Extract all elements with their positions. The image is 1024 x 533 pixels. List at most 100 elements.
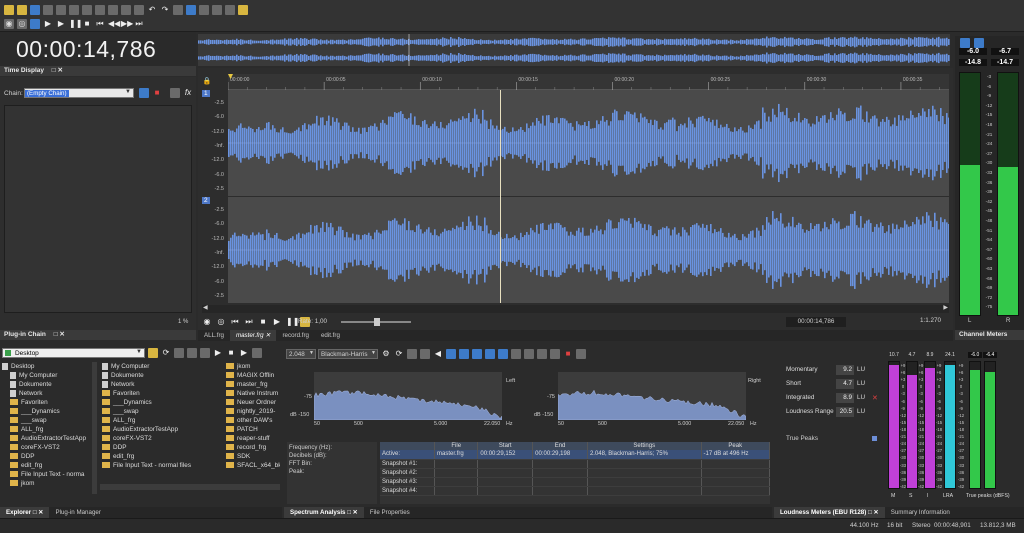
scroll-left-icon[interactable]: ◀ — [203, 304, 208, 311]
file-tab-ALL-frg[interactable]: ALL.frg — [198, 330, 230, 341]
timeline-ruler[interactable]: 00:00:00 00:00:05 00:00:10 00:00:15 00:00:20… — [227, 74, 949, 90]
tree-item[interactable]: ALL_frg — [2, 425, 92, 434]
explorer-location[interactable]: Desktop ▼ — [2, 348, 145, 358]
dw-next-icon[interactable]: ⏭ — [244, 317, 254, 327]
record-icon[interactable]: ◉ — [4, 19, 14, 29]
true-peaks-checkbox[interactable] — [872, 436, 877, 441]
spectrum-icon-d[interactable] — [459, 349, 469, 359]
file-list-item[interactable]: other DAW's — [226, 416, 280, 425]
up-folder-icon[interactable] — [148, 348, 158, 358]
cut-icon[interactable] — [82, 5, 92, 15]
properties-icon[interactable] — [69, 5, 79, 15]
chain-settings-icon[interactable] — [170, 88, 180, 98]
tree-item[interactable]: jkom — [2, 479, 92, 488]
snapshot-row[interactable]: Snapshot #2: — [380, 468, 771, 478]
file-list-item[interactable]: nightly_2019- — [226, 407, 280, 416]
snapshot-row[interactable]: Active: master.frg 00:00:29,152 00:00:29,19… — [380, 450, 771, 460]
spectrum-refresh-icon[interactable]: ⟳ — [394, 349, 404, 359]
play-all-icon[interactable] — [30, 19, 40, 29]
spectrum-settings-icon[interactable]: ⚙ — [381, 349, 391, 359]
save-all-icon[interactable] — [43, 5, 53, 15]
meter-icon-2[interactable] — [974, 38, 984, 48]
go-start-icon[interactable]: ⏮ — [95, 19, 105, 29]
tree-scrollbar[interactable] — [92, 362, 97, 494]
explorer-stop-icon[interactable]: ■ — [226, 348, 236, 358]
file-list-item[interactable]: ___swap — [102, 407, 224, 416]
tree-item[interactable]: Network — [2, 389, 92, 398]
file-list-item[interactable]: record_frg — [226, 443, 280, 452]
tree-item[interactable]: Desktop — [2, 362, 92, 371]
file-list-item[interactable]: edit_frg — [102, 452, 224, 461]
tree-item[interactable]: File Input Text - norma — [2, 470, 92, 479]
channel-2-number[interactable]: 2 — [202, 197, 210, 204]
spectrum-icon-j[interactable] — [537, 349, 547, 359]
trim-icon[interactable] — [134, 5, 144, 15]
go-end-icon[interactable]: ⏭ — [134, 19, 144, 29]
spectrum-plot-right[interactable] — [557, 372, 747, 421]
chain-select[interactable]: (Empty Chain) ▼ — [24, 88, 134, 98]
loop-icon[interactable]: ◎ — [17, 19, 27, 29]
fft-size-select[interactable]: 2.048 ▼ — [286, 349, 316, 359]
file-tab-edit-frg[interactable]: edit.frg — [315, 330, 346, 341]
save-icon[interactable] — [30, 5, 40, 15]
dw-play-icon[interactable]: ▶ — [272, 317, 282, 327]
channel-2-waveform[interactable] — [228, 197, 950, 303]
snapshot-column-header[interactable]: Start — [477, 442, 534, 450]
play-selection-icon[interactable]: ▶ — [56, 19, 66, 29]
file-list-item[interactable]: ___Dynamics — [102, 398, 224, 407]
dw-stop-icon[interactable]: ■ — [258, 317, 268, 327]
explorer-play-icon[interactable]: ▶ — [213, 348, 223, 358]
plugin-chain-close-icon[interactable]: □ ✕ — [54, 331, 65, 338]
spectrum-delete-icon[interactable]: ■ — [563, 349, 573, 359]
explorer-autoplay-icon[interactable]: ▶ — [239, 348, 249, 358]
channel-1-number[interactable]: 1 — [202, 90, 210, 97]
tree-item[interactable]: My Computer — [2, 371, 92, 380]
chain-save-icon[interactable] — [139, 88, 149, 98]
snapshot-row[interactable]: Snapshot #3: — [380, 477, 771, 487]
refresh-icon[interactable]: ⟳ — [161, 348, 171, 358]
file-list-item[interactable]: master_frg — [226, 380, 280, 389]
file-list-item[interactable]: ALL_frg — [102, 416, 224, 425]
tree-item[interactable]: Dokumente — [2, 380, 92, 389]
spectrum-icon-a[interactable] — [407, 349, 417, 359]
envelope-tool-icon[interactable] — [225, 5, 235, 15]
file-list-item[interactable]: DDP — [102, 443, 224, 452]
spectrum-icon-c[interactable] — [446, 349, 456, 359]
rewind-icon[interactable]: ◀◀ — [108, 19, 120, 29]
tab-file-properties[interactable]: File Properties — [364, 507, 416, 518]
scroll-right-icon[interactable]: ▶ — [943, 304, 948, 311]
pause-icon[interactable]: ❚❚ — [69, 19, 82, 29]
file-tab-master-frg[interactable]: master.frg ✕ — [229, 330, 277, 341]
fx-icon[interactable]: fx — [183, 88, 193, 98]
tab-summary-information[interactable]: Summary Information — [885, 507, 956, 518]
file-tab-record-frg[interactable]: record.frg — [276, 330, 314, 341]
file-list-item[interactable]: PATCH — [226, 425, 280, 434]
file-list-item[interactable]: Dokumente — [102, 371, 224, 380]
lock-icon[interactable]: 🔒 — [202, 77, 212, 87]
spectrum-icon-b[interactable] — [420, 349, 430, 359]
snapshot-column-header[interactable]: End — [532, 442, 588, 450]
spectrum-icon-i[interactable] — [524, 349, 534, 359]
spectrum-icon-h[interactable] — [511, 349, 521, 359]
dw-record-icon[interactable]: ◉ — [202, 317, 212, 327]
file-list-item[interactable]: SFACL_x64_bk — [226, 461, 280, 470]
tab-explorer[interactable]: Explorer □ ✕ — [0, 507, 50, 518]
files-scrollbar[interactable] — [100, 484, 280, 490]
render-icon[interactable] — [56, 5, 66, 15]
regions-icon[interactable] — [187, 348, 197, 358]
spectrum-icon-l[interactable] — [576, 349, 586, 359]
paste-icon[interactable] — [108, 5, 118, 15]
loudness-reset-icon[interactable]: ✕ — [872, 394, 878, 402]
view-icon[interactable] — [174, 348, 184, 358]
file-list-item[interactable]: AudioExtractorTestApp — [102, 425, 224, 434]
chain-delete-icon[interactable]: ■ — [152, 88, 162, 98]
stop-icon[interactable]: ■ — [82, 19, 92, 29]
tree-item[interactable]: coreFX-VST2 — [2, 443, 92, 452]
spectrum-icon-e[interactable] — [472, 349, 482, 359]
edit-tool-icon[interactable] — [186, 5, 196, 15]
snapshot-row[interactable]: Snapshot #1: — [380, 459, 771, 469]
help-icon[interactable] — [238, 5, 248, 15]
undo-icon[interactable]: ↶ — [147, 5, 157, 15]
pencil-tool-icon[interactable] — [212, 5, 222, 15]
file-list-item[interactable]: Neuer Ordner — [226, 398, 280, 407]
